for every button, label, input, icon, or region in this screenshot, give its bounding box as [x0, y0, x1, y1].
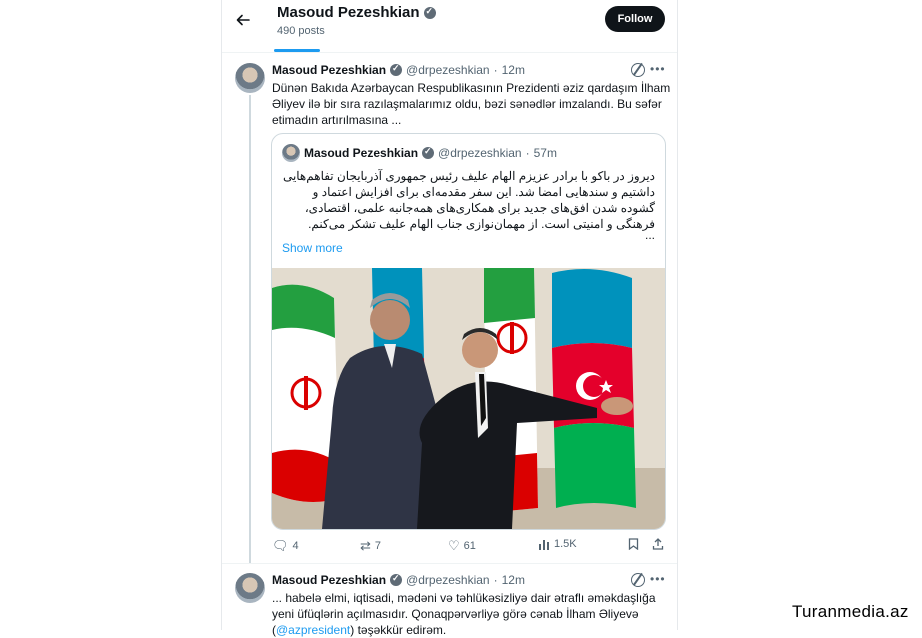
avatar[interactable] [235, 573, 265, 603]
share-button[interactable] [652, 538, 664, 550]
reply-button[interactable]: 🗨 4 [272, 538, 299, 554]
author-handle[interactable]: @drpezeshkian [406, 63, 490, 77]
dot-separator: · [493, 573, 498, 587]
grok-icon[interactable] [631, 63, 645, 77]
views-chart-icon [539, 540, 549, 550]
quote-avatar [282, 144, 300, 162]
tweet-time[interactable]: 12m [502, 63, 525, 77]
verified-badge-icon [423, 6, 436, 19]
reply-icon: 🗨 [272, 538, 289, 553]
verified-badge-icon [390, 63, 403, 76]
profile-name-row: Masoud Pezeshkian [277, 4, 436, 21]
post-count: 490 posts [277, 25, 325, 37]
repost-count: 7 [374, 540, 382, 552]
quote-time: 57m [533, 146, 557, 160]
quote-text: دیروز در باکو با برادر عزیزم الهام علیف … [282, 169, 655, 231]
more-options-icon[interactable]: ••• [650, 62, 666, 76]
quote-author-name: Masoud Pezeshkian [304, 146, 419, 160]
views-button[interactable]: 1.5K [538, 538, 577, 550]
bookmark-icon [628, 538, 639, 550]
mention-link[interactable]: @azpresident [276, 623, 350, 637]
watermark: Turanmedia.az [792, 602, 909, 621]
follow-button[interactable]: Follow [605, 6, 665, 32]
arrow-left-icon [236, 14, 250, 26]
tweet-action-bar: 🗨 4 ⇄ 7 ♡ 61 1.5K [272, 538, 667, 556]
page-background: Masoud Pezeshkian 490 posts Follow Masou… [0, 0, 922, 637]
profile-name: Masoud Pezeshkian [277, 4, 420, 21]
show-more-link[interactable]: Show more [282, 241, 343, 255]
tweet-header: Masoud Pezeshkian @drpezeshkian · 12m [272, 63, 525, 77]
timeline-column: Masoud Pezeshkian 490 posts Follow Masou… [221, 0, 678, 637]
tweet-header: Masoud Pezeshkian @drpezeshkian · 12m [272, 573, 525, 587]
quote-author-handle: @drpezeshkian [438, 146, 522, 160]
header-underline [274, 49, 320, 52]
quoted-tweet[interactable]: Masoud Pezeshkian @drpezeshkian · 57m دی… [271, 133, 666, 530]
verified-badge-icon [390, 573, 403, 586]
dot-separator: · [525, 146, 530, 160]
tweet-text: ... habelə elmi, iqtisadi, mədəni və təh… [272, 590, 672, 638]
tweet-photo[interactable] [272, 268, 665, 529]
author-name[interactable]: Masoud Pezeshkian [272, 63, 386, 77]
tweet-text-part: ) təşəkkür edirəm. [350, 623, 447, 637]
heart-icon: ♡ [448, 538, 460, 553]
views-count: 1.5K [554, 538, 577, 550]
reply-count: 4 [292, 540, 299, 552]
grok-icon[interactable] [631, 573, 645, 587]
like-button[interactable]: ♡ 61 [448, 538, 476, 554]
quote-header: Masoud Pezeshkian @drpezeshkian · 57m [304, 146, 557, 160]
quote-ellipsis: ... [644, 228, 655, 242]
repost-button[interactable]: ⇄ 7 [360, 538, 381, 554]
share-icon [652, 538, 664, 550]
like-count: 61 [463, 540, 476, 552]
dot-separator: · [493, 63, 498, 77]
more-options-icon[interactable]: ••• [650, 572, 666, 586]
tweet-time[interactable]: 12m [502, 573, 525, 587]
azerbaijan-flag-right [552, 269, 636, 508]
author-name[interactable]: Masoud Pezeshkian [272, 573, 386, 587]
photo-illustration [272, 268, 665, 529]
profile-header: Masoud Pezeshkian 490 posts Follow [222, 0, 677, 53]
thread-connector-line [249, 95, 251, 563]
verified-badge-icon [422, 146, 435, 159]
bookmark-button[interactable] [628, 538, 639, 550]
tweet-text: Dünən Bakıda Azərbaycan Respublikasının … [272, 81, 671, 127]
author-handle[interactable]: @drpezeshkian [406, 573, 490, 587]
avatar[interactable] [235, 63, 265, 93]
repost-icon: ⇄ [360, 538, 371, 553]
tweet-divider [222, 563, 677, 564]
back-button[interactable] [232, 9, 254, 31]
